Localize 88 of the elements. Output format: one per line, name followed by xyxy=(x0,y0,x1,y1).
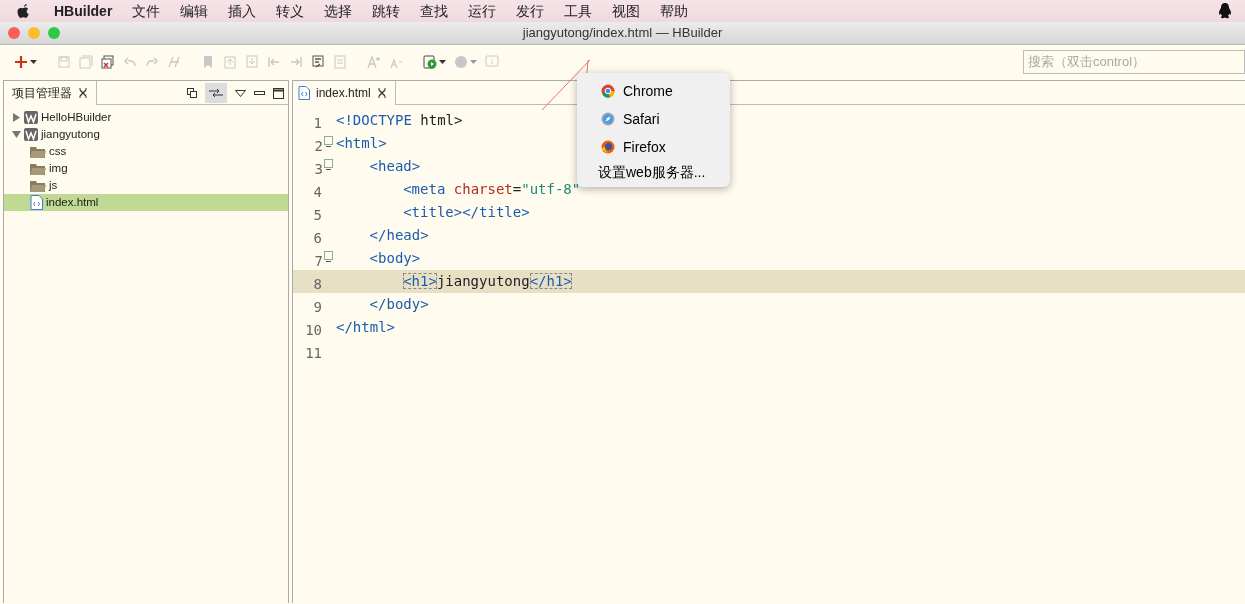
add-icon[interactable] xyxy=(14,54,28,69)
folder-icon xyxy=(30,179,46,192)
line-number: 3 xyxy=(314,160,323,179)
tree-label[interactable]: js xyxy=(49,176,58,195)
tree-item[interactable]: js xyxy=(4,177,288,194)
fold-minus-icon[interactable] xyxy=(325,143,332,150)
menu-item[interactable]: 跳转 xyxy=(362,0,411,22)
tree-item[interactable]: index.html xyxy=(4,194,288,211)
line-number: 10 xyxy=(305,321,322,340)
line-number: 9 xyxy=(313,298,322,317)
folder-icon xyxy=(30,145,46,158)
code-line: </head> xyxy=(369,226,429,245)
code-line: <html> xyxy=(336,134,387,153)
menu-item[interactable]: 帮助 xyxy=(650,0,699,22)
menu-item[interactable]: 查找 xyxy=(410,0,459,22)
firefox-logo-icon[interactable] xyxy=(601,140,615,154)
caret-icon[interactable] xyxy=(439,59,446,64)
code-line: <!DOCTYPE html> xyxy=(336,111,463,130)
tree-label[interactable]: HelloHBuilder xyxy=(41,108,112,127)
expanded-arrow-icon[interactable] xyxy=(12,130,21,139)
menu-item[interactable]: 编辑 xyxy=(170,0,219,22)
close-files-icon[interactable] xyxy=(101,54,115,69)
code-line: <title></title> xyxy=(403,203,530,222)
menu-item[interactable]: 文件 xyxy=(122,0,171,22)
minimize-icon[interactable] xyxy=(254,91,265,95)
panel-tab[interactable]: 项目管理器 xyxy=(4,81,97,105)
collapse-icon[interactable] xyxy=(187,88,197,98)
comment-icon[interactable] xyxy=(311,54,325,69)
maximize-icon[interactable] xyxy=(273,87,284,99)
menu-item[interactable]: 插入 xyxy=(218,0,267,22)
line-number: 8 xyxy=(313,275,322,294)
fold-minus-icon[interactable] xyxy=(325,166,332,173)
code-line: </body> xyxy=(369,295,429,314)
menu-item[interactable]: 视图 xyxy=(602,0,651,22)
menu-item[interactable]: Chrome xyxy=(577,77,730,105)
code-line: <meta charset="utf-8" xyxy=(403,180,581,199)
tree-item[interactable]: css xyxy=(4,143,288,160)
menu-item[interactable]: Firefox xyxy=(577,133,730,161)
menu-item[interactable]: Safari xyxy=(577,105,730,133)
close-icon[interactable] xyxy=(78,88,88,98)
line-number: 4 xyxy=(313,183,322,202)
folder-icon xyxy=(30,162,46,175)
search-field[interactable]: 搜索（双击control） xyxy=(1023,49,1245,74)
caret-icon[interactable] xyxy=(30,59,37,64)
code-line: <body> xyxy=(369,249,421,268)
code-line: <h1>jiangyutong</h1> xyxy=(403,272,572,291)
project-icon xyxy=(24,128,38,141)
menu-item[interactable]: 运行 xyxy=(458,0,507,22)
html-file-icon xyxy=(30,195,43,210)
tree-label[interactable]: css xyxy=(49,142,67,161)
code-line: <head> xyxy=(369,157,421,176)
menu-item[interactable]: 转义 xyxy=(266,0,315,22)
line-number: 11 xyxy=(305,344,322,363)
tab-label[interactable]: index.html xyxy=(316,84,371,102)
window-title: jiangyutong/index.html — HBuilder xyxy=(522,24,723,43)
project-icon xyxy=(24,111,38,124)
tree-item[interactable]: img xyxy=(4,160,288,177)
chrome-logo-icon[interactable] xyxy=(601,84,615,98)
menu-item[interactable]: 工具 xyxy=(554,0,603,22)
line-number: 7 xyxy=(314,252,323,271)
penguin-icon[interactable] xyxy=(1217,2,1233,20)
line-number: 6 xyxy=(313,229,322,248)
tree-label[interactable]: jiangyutong xyxy=(41,125,100,144)
menu-item[interactable]: 选择 xyxy=(314,0,363,22)
tree-label[interactable]: img xyxy=(49,159,68,178)
close-window-button[interactable] xyxy=(8,27,20,39)
zoom-window-button[interactable] xyxy=(48,27,60,39)
arrows-icon[interactable] xyxy=(209,89,223,97)
menu-item[interactable]: 发行 xyxy=(506,0,555,22)
tab-label[interactable]: 项目管理器 xyxy=(12,84,72,102)
app-menu[interactable]: HBuilder xyxy=(44,0,123,22)
minimize-window-button[interactable] xyxy=(28,27,40,39)
line-number: 1 xyxy=(313,114,322,133)
view-menu-icon[interactable] xyxy=(235,89,246,97)
close-icon[interactable] xyxy=(376,88,387,98)
menu-item[interactable]: 设置web服务器... xyxy=(577,161,730,183)
tree-item[interactable]: HelloHBuilder xyxy=(4,109,288,126)
editor-tab[interactable]: index.html xyxy=(293,81,396,105)
fold-minus-icon[interactable] xyxy=(325,258,332,265)
html-file-icon[interactable] xyxy=(298,86,310,100)
line-number: 2 xyxy=(314,137,323,156)
compass-icon[interactable] xyxy=(601,112,615,126)
code-line: </html> xyxy=(336,318,395,337)
tree-label[interactable]: index.html xyxy=(46,193,99,212)
tree-item[interactable]: jiangyutong xyxy=(4,126,288,143)
collapsed-arrow-icon[interactable] xyxy=(12,113,21,122)
line-number: 5 xyxy=(313,206,322,225)
apple-logo-icon[interactable] xyxy=(16,3,30,19)
